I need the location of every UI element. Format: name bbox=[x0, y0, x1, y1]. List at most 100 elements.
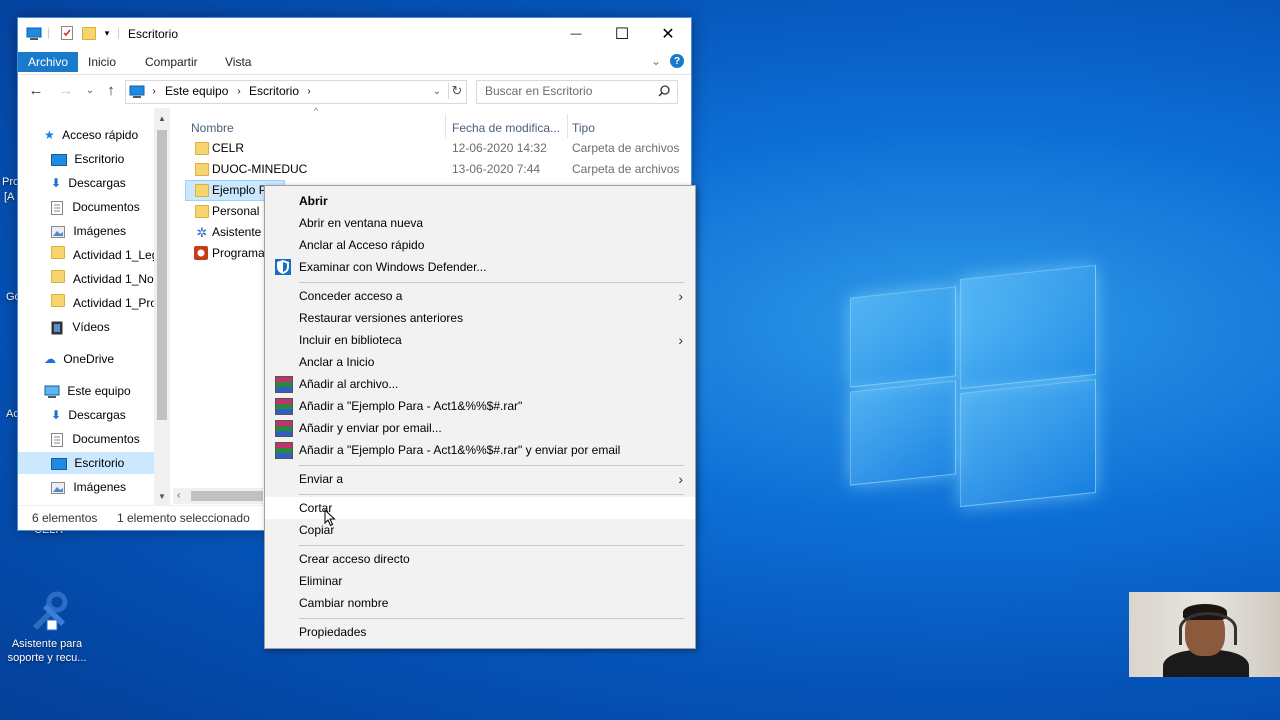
nav-item-actividad-no[interactable]: Actividad 1_No bbox=[51, 268, 154, 290]
address-bar[interactable]: › Este equipo › Escritorio › ⌄ ↻ bbox=[125, 80, 467, 104]
menu-item-eliminar[interactable]: Eliminar bbox=[265, 570, 695, 592]
scroll-up-icon[interactable]: ▲ bbox=[158, 114, 166, 123]
up-arrow-icon[interactable]: ↑ bbox=[103, 81, 119, 99]
menu-item-anadir-enviar-email[interactable]: Añadir y enviar por email... bbox=[265, 417, 695, 439]
customize-toolbar-icon[interactable]: ▾ bbox=[102, 27, 112, 39]
close-icon: ✕ bbox=[661, 26, 675, 43]
tab-compartir[interactable]: Compartir bbox=[136, 52, 207, 72]
breadcrumb-este-equipo[interactable]: Este equipo bbox=[165, 84, 228, 98]
nav-label: Actividad 1_Leg bbox=[73, 248, 159, 262]
file-date: 12-06-2020 14:32 bbox=[452, 141, 547, 155]
breadcrumb-escritorio[interactable]: Escritorio bbox=[249, 84, 299, 98]
pictures-icon bbox=[51, 225, 65, 238]
file-row[interactable]: DUOC-MINEDUC 13-06-2020 7:44 Carpeta de … bbox=[185, 159, 685, 180]
nav-label: Descargas bbox=[68, 408, 126, 422]
chevron-right-icon[interactable]: › bbox=[235, 84, 243, 98]
menu-item-cambiar-nombre[interactable]: Cambiar nombre bbox=[265, 592, 695, 614]
refresh-icon[interactable]: ↻ bbox=[448, 83, 465, 99]
file-date: 13-06-2020 7:44 bbox=[452, 162, 541, 176]
column-divider[interactable] bbox=[567, 114, 568, 138]
nav-pc-documentos[interactable]: Documentos bbox=[51, 428, 140, 450]
menu-item-anadir-archivo[interactable]: Añadir al archivo... bbox=[265, 373, 695, 395]
nav-item-actividad-leg[interactable]: Actividad 1_Leg bbox=[51, 244, 158, 266]
nav-scrollbar[interactable]: ▲ ▼ bbox=[154, 108, 170, 506]
nav-item-escritorio[interactable]: Escritorio bbox=[51, 148, 124, 170]
nav-pc-descargas[interactable]: ⬇ Descargas bbox=[51, 404, 126, 426]
minimize-button[interactable]: — bbox=[553, 18, 599, 50]
back-arrow-icon[interactable]: ← bbox=[28, 82, 44, 99]
menu-item-windows-defender[interactable]: Examinar con Windows Defender... bbox=[265, 256, 695, 278]
nav-item-documentos[interactable]: Documentos bbox=[51, 196, 140, 218]
new-folder-icon[interactable] bbox=[82, 26, 96, 40]
scroll-thumb[interactable] bbox=[157, 130, 167, 420]
tab-archivo[interactable]: Archivo bbox=[18, 52, 79, 72]
nav-pc-imagenes[interactable]: Imágenes bbox=[51, 476, 126, 498]
nav-item-videos[interactable]: Vídeos bbox=[51, 316, 110, 338]
menu-item-abrir[interactable]: Abrir bbox=[265, 190, 695, 212]
maximize-button[interactable]: ☐ bbox=[599, 18, 645, 50]
nav-este-equipo[interactable]: Este equipo bbox=[44, 380, 131, 402]
nav-label: Descargas bbox=[68, 176, 126, 190]
menu-label: Crear acceso directo bbox=[299, 552, 410, 566]
folder-icon bbox=[51, 246, 65, 259]
nav-item-descargas[interactable]: ⬇ Descargas bbox=[51, 172, 126, 194]
expand-ribbon-icon[interactable]: ⌄ bbox=[650, 54, 662, 68]
menu-item-conceder-acceso[interactable]: Conceder acceso a › bbox=[265, 285, 695, 307]
nav-label: Vídeos bbox=[72, 320, 110, 334]
scroll-thumb[interactable] bbox=[191, 491, 263, 501]
download-arrow-icon: ⬇ bbox=[51, 176, 62, 190]
menu-item-enviar-a[interactable]: Enviar a › bbox=[265, 468, 695, 490]
forward-arrow-icon[interactable]: → bbox=[58, 82, 74, 99]
menu-item-restaurar-versiones[interactable]: Restaurar versiones anteriores bbox=[265, 307, 695, 329]
nav-onedrive[interactable]: ☁ OneDrive bbox=[44, 348, 114, 370]
properties-icon[interactable] bbox=[60, 25, 74, 41]
submenu-arrow-icon: › bbox=[678, 332, 683, 348]
help-icon[interactable]: ? bbox=[670, 54, 684, 68]
menu-item-crear-acceso-directo[interactable]: Crear acceso directo bbox=[265, 548, 695, 570]
menu-item-incluir-biblioteca[interactable]: Incluir en biblioteca › bbox=[265, 329, 695, 351]
nav-label: Documentos bbox=[72, 200, 140, 214]
nav-label: Documentos bbox=[72, 432, 140, 446]
mouse-cursor-icon bbox=[324, 509, 336, 527]
nav-item-actividad-pro[interactable]: Actividad 1_Pro bbox=[51, 292, 157, 314]
search-input[interactable]: Buscar en Escritorio bbox=[476, 80, 678, 104]
menu-item-abrir-ventana-nueva[interactable]: Abrir en ventana nueva bbox=[265, 212, 695, 234]
menu-item-anadir-rar-email[interactable]: Añadir a "Ejemplo Para - Act1&%%$#.rar" … bbox=[265, 439, 695, 461]
menu-item-anclar-acceso-rapido[interactable]: Anclar al Acceso rápido bbox=[265, 234, 695, 256]
menu-separator bbox=[299, 494, 684, 495]
desktop-icon-asistente[interactable]: Asistente para soporte y recu... bbox=[4, 590, 90, 665]
ribbon-tabs: Archivo Inicio Compartir Vista ⌄ ? bbox=[18, 50, 691, 75]
maximize-icon: ☐ bbox=[614, 26, 630, 43]
tab-inicio[interactable]: Inicio bbox=[79, 52, 125, 72]
close-button[interactable]: ✕ bbox=[645, 18, 691, 50]
menu-item-propiedades[interactable]: Propiedades bbox=[265, 621, 695, 643]
windows-defender-shield-icon bbox=[275, 259, 291, 275]
file-name: Personal bbox=[212, 204, 260, 218]
nav-acceso-rapido[interactable]: ★ Acceso rápido bbox=[44, 124, 138, 146]
horizontal-scrollbar[interactable]: ‹ bbox=[173, 488, 263, 504]
address-dropdown-icon[interactable]: ⌄ bbox=[431, 84, 443, 98]
column-date[interactable]: Fecha de modifica... bbox=[452, 121, 560, 135]
nav-item-imagenes[interactable]: Imágenes bbox=[51, 220, 126, 242]
menu-label: Conceder acceso a bbox=[299, 289, 403, 303]
recent-locations-icon[interactable]: ⌄ bbox=[85, 83, 95, 97]
menu-item-anclar-inicio[interactable]: Anclar a Inicio bbox=[265, 351, 695, 373]
scroll-down-icon[interactable]: ▼ bbox=[158, 492, 166, 501]
menu-label: Restaurar versiones anteriores bbox=[299, 311, 464, 325]
nav-pc-escritorio[interactable]: Escritorio bbox=[18, 452, 154, 474]
column-name[interactable]: Nombre bbox=[191, 121, 234, 135]
file-row[interactable]: CELR 12-06-2020 14:32 Carpeta de archivo… bbox=[185, 138, 685, 159]
scroll-left-icon[interactable]: ‹ bbox=[177, 490, 180, 501]
menu-item-anadir-rar[interactable]: Añadir a "Ejemplo Para - Act1&%%$#.rar" bbox=[265, 395, 695, 417]
film-icon bbox=[51, 321, 63, 335]
column-divider[interactable] bbox=[445, 114, 446, 138]
menu-label: Añadir a "Ejemplo Para - Act1&%%$#.rar" … bbox=[299, 443, 621, 457]
column-type[interactable]: Tipo bbox=[572, 121, 595, 135]
menu-separator bbox=[299, 465, 684, 466]
chevron-right-icon[interactable]: › bbox=[305, 84, 313, 98]
title-bar[interactable]: | ▾ | Escritorio — ☐ ✕ bbox=[18, 18, 691, 50]
chevron-right-icon[interactable]: › bbox=[150, 84, 158, 98]
tab-vista[interactable]: Vista bbox=[216, 52, 260, 72]
document-icon bbox=[51, 200, 63, 215]
nav-label: OneDrive bbox=[63, 352, 115, 366]
